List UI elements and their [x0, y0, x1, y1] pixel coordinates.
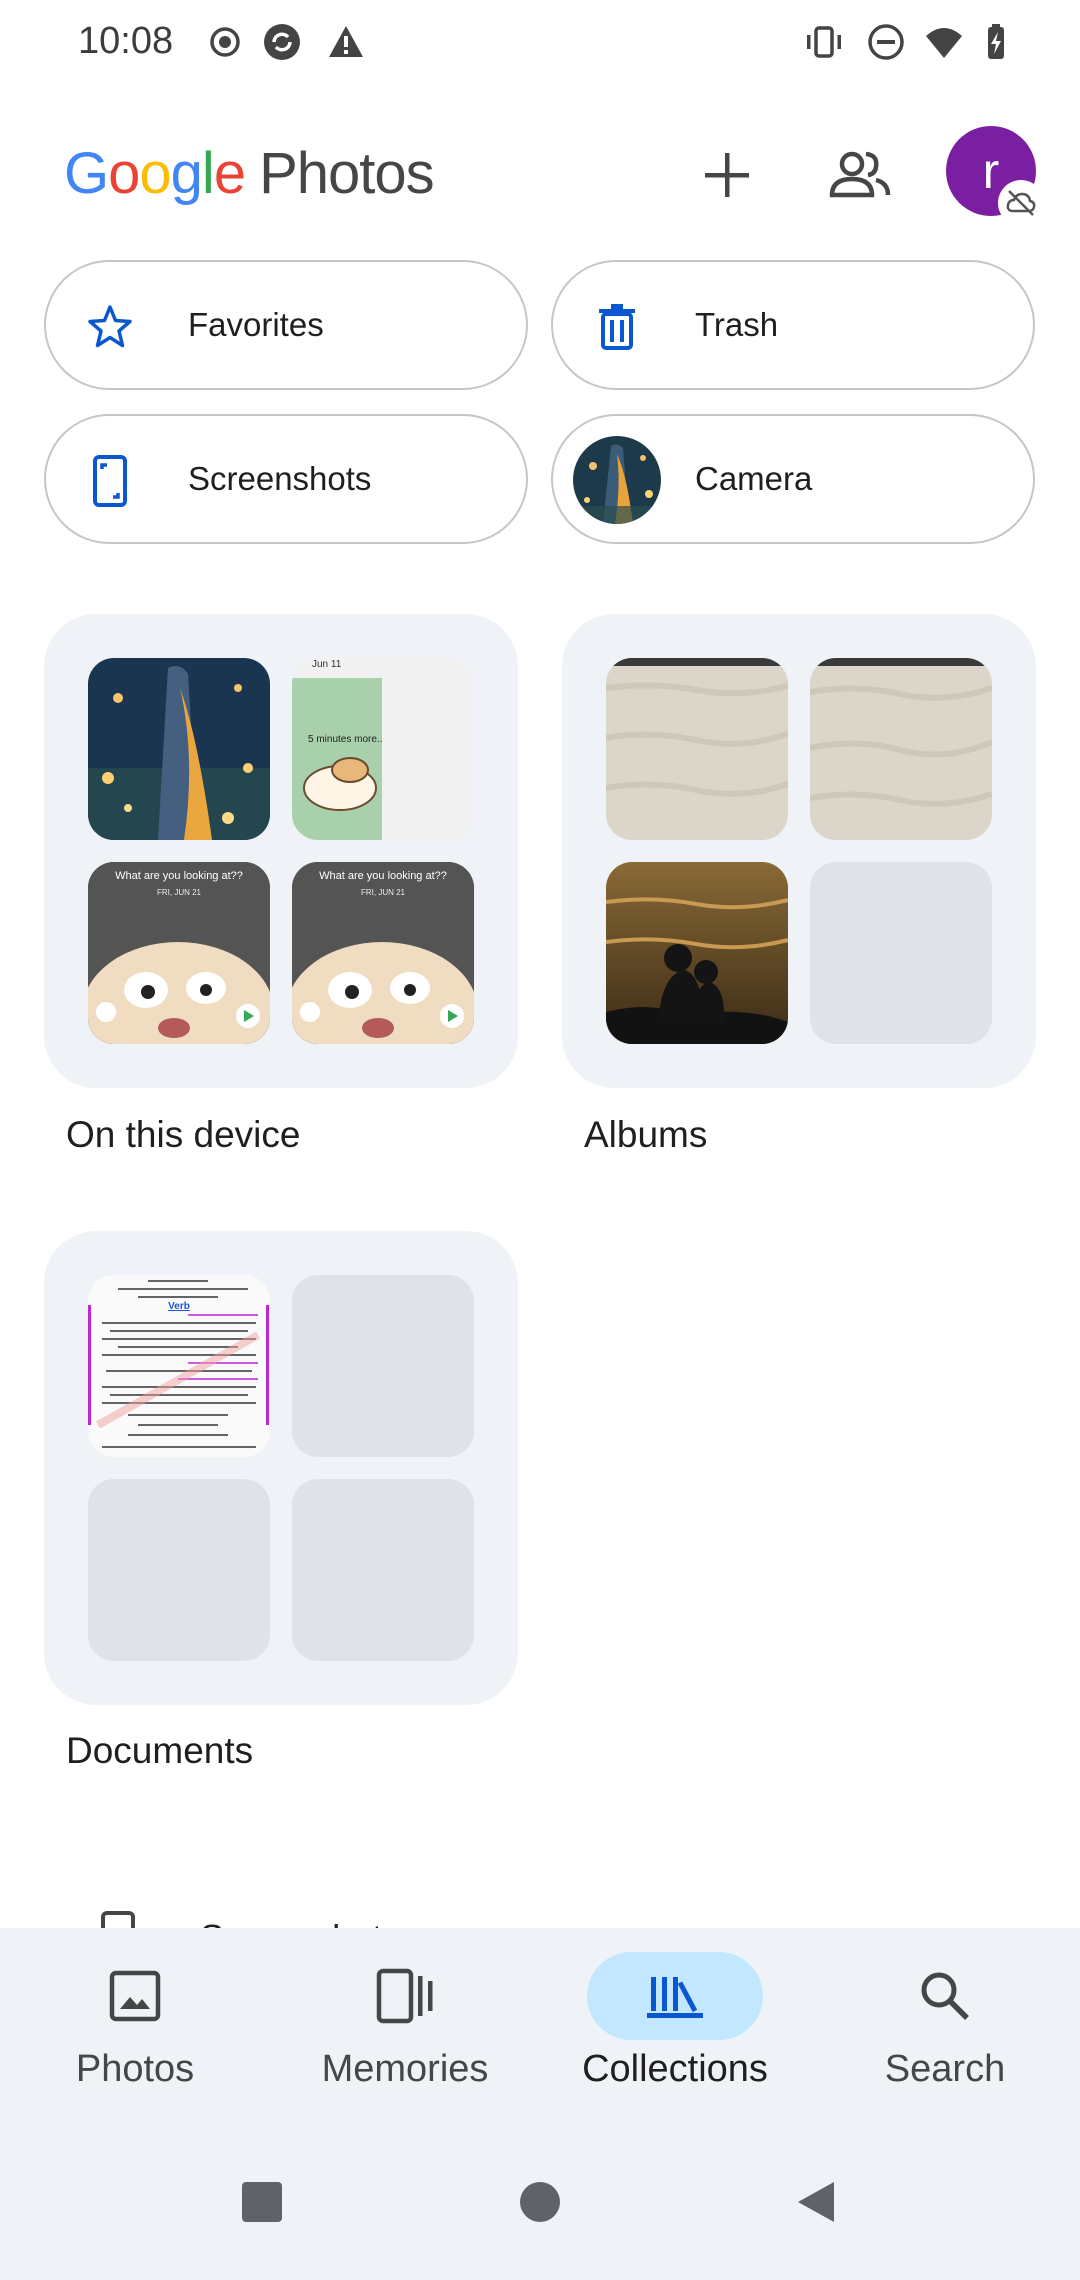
screenshot-thumbnail: What are you looking at?? FRI, JUN 21: [292, 862, 474, 1044]
empty-thumbnail: [88, 1479, 270, 1661]
nav-collections[interactable]: Collections: [540, 1928, 810, 2128]
photo-thumbnail: [88, 658, 270, 840]
screenshot-phone-icon: [93, 455, 127, 507]
photo-icon: [109, 1970, 161, 2022]
search-icon: [921, 1972, 969, 2020]
status-bar: 10:08: [0, 0, 1080, 90]
collection-label: On this device: [66, 1114, 301, 1155]
wifi-icon: [926, 28, 962, 58]
shared-people-icon: [829, 151, 891, 198]
collection-label: Albums: [584, 1114, 708, 1155]
empty-thumbnail: [292, 1275, 474, 1457]
camera-chip[interactable]: Camera: [551, 414, 1035, 544]
home-circle-icon[interactable]: [518, 2180, 562, 2224]
back-triangle-icon[interactable]: [794, 2180, 838, 2224]
nav-label: Photos: [75, 2048, 195, 2090]
camera-thumbnail: [573, 436, 661, 524]
document-thumbnail: Verb: [88, 1275, 270, 1457]
recents-square-icon[interactable]: [240, 2180, 284, 2224]
albums-card[interactable]: [562, 614, 1036, 1088]
chip-label: Trash: [695, 306, 779, 343]
collections-icon: [647, 1977, 703, 2018]
on-this-device-card[interactable]: Jun 11 5 minutes more.. What are you loo…: [44, 614, 518, 1088]
app-header: Google Photos r: [0, 120, 1080, 230]
battery-charging-icon: [988, 24, 1004, 59]
cloud-off-icon: [1006, 190, 1036, 216]
nav-label: Collections: [582, 2048, 768, 2090]
nav-label: Search: [884, 2048, 1006, 2090]
record-icon: [210, 27, 240, 57]
empty-thumbnail: [292, 1479, 474, 1661]
collection-label: Documents: [66, 1730, 254, 1771]
bottom-navigation: Photos Memories Collections Search: [0, 1928, 1080, 2280]
favorites-chip[interactable]: Favorites: [44, 260, 528, 390]
status-time: 10:08: [78, 20, 174, 62]
trash-chip[interactable]: Trash: [551, 260, 1035, 390]
sync-icon: [264, 24, 300, 60]
google-photos-logo: Google Photos: [64, 141, 435, 206]
do-not-disturb-icon: [868, 24, 904, 60]
photo-thumbnail: [606, 658, 788, 840]
documents-card[interactable]: Verb: [44, 1231, 518, 1705]
add-icon: [705, 153, 749, 197]
chip-label: Favorites: [188, 306, 324, 343]
chip-label: Camera: [695, 460, 813, 497]
nav-memories[interactable]: Memories: [270, 1928, 540, 2128]
vibrate-icon: [807, 26, 841, 58]
star-icon: [88, 305, 132, 348]
photo-thumbnail: [606, 862, 788, 1044]
add-button[interactable]: [682, 130, 772, 220]
chip-label: Screenshots: [188, 460, 372, 497]
screenshot-thumbnail: What are you looking at?? FRI, JUN 21: [88, 862, 270, 1044]
nav-photos[interactable]: Photos: [0, 1928, 270, 2128]
memories-icon: [376, 1968, 433, 2024]
trash-icon: [599, 304, 635, 350]
warning-icon: [329, 26, 363, 57]
screenshot-thumbnail: Jun 11 5 minutes more..: [292, 658, 474, 840]
photo-thumbnail: [810, 658, 992, 840]
screenshots-chip[interactable]: Screenshots: [44, 414, 528, 544]
nav-label: Memories: [321, 2048, 489, 2090]
backup-off-badge: [998, 180, 1044, 226]
active-indicator: [587, 1952, 763, 2040]
nav-search[interactable]: Search: [810, 1928, 1080, 2128]
empty-thumbnail: [810, 862, 992, 1044]
sharing-button[interactable]: [815, 130, 905, 220]
product-name: Photos: [259, 141, 435, 206]
